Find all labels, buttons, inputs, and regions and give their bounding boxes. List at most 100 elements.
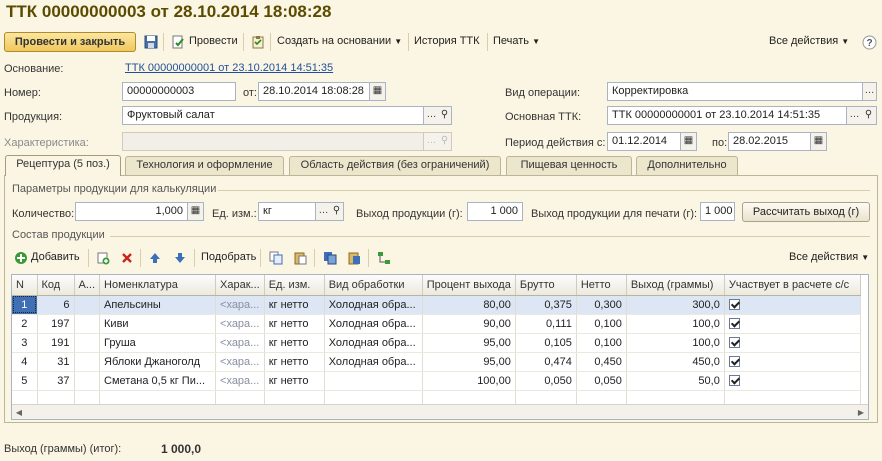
table-row[interactable]: 2 197 Киви <хара... кг нетто Холодная обра...…	[12, 314, 861, 334]
table-row[interactable]: 3 191 Груша <хара... кг нетто Холодная обра..…	[12, 333, 861, 353]
col-header-net[interactable]: Нетто	[576, 275, 627, 296]
search-icon[interactable]: ⚲	[438, 106, 452, 125]
help-icon[interactable]: ?	[861, 34, 877, 50]
save-icon[interactable]	[143, 34, 159, 50]
composition-table[interactable]: N Код А... Номенклатура Харак... Ед. изм…	[11, 274, 869, 420]
gross-cell[interactable]: 0,375	[515, 295, 577, 315]
create-based-on-menu[interactable]: Создать на основании ▼	[277, 35, 402, 47]
processing-cell[interactable]: Холодная обра...	[324, 314, 423, 334]
quantity-field[interactable]: 1,000	[75, 202, 188, 221]
col-header-n[interactable]: N	[12, 275, 38, 296]
nomenclature-cell[interactable]: Сметана 0,5 кг Пи...	[99, 371, 217, 391]
processing-cell[interactable]	[324, 371, 423, 391]
scroll-right-icon[interactable]: ▶	[854, 406, 868, 419]
tab-technology[interactable]: Технология и оформление	[125, 156, 284, 175]
output-grams-cell[interactable]: 100,0	[626, 314, 725, 334]
col-header-a[interactable]: А...	[74, 275, 101, 296]
main-ttk-field[interactable]: ТТК 00000000001 от 23.10.2014 14:51:35	[607, 106, 847, 125]
unit-field[interactable]: кг	[258, 202, 316, 221]
cost-participation-checkbox[interactable]	[728, 356, 740, 368]
clipboard-report-icon[interactable]	[250, 34, 266, 50]
code-cell[interactable]: 31	[37, 352, 75, 372]
delete-icon[interactable]	[119, 250, 135, 266]
cost-participation-cell[interactable]	[724, 314, 861, 334]
yield-percent-cell[interactable]: 90,00	[422, 314, 516, 334]
table-row[interactable]: 5 37 Сметана 0,5 кг Пи... <хара... кг нетто 1…	[12, 371, 861, 391]
horizontal-scrollbar[interactable]: ◀ ▶	[12, 404, 868, 419]
output-grams-cell[interactable]: 300,0	[626, 295, 725, 315]
row-number-cell[interactable]: 3	[12, 333, 38, 353]
all-actions-menu[interactable]: Все действия ▼	[769, 35, 849, 47]
copy-row-icon[interactable]	[95, 250, 111, 266]
cost-participation-checkbox[interactable]	[728, 375, 740, 387]
cost-participation-checkbox[interactable]	[728, 318, 740, 330]
copy-icon[interactable]	[268, 250, 284, 266]
yield-print-field[interactable]: 1 000	[700, 202, 735, 221]
tab-additional[interactable]: Дополнительно	[636, 156, 738, 175]
scroll-left-icon[interactable]: ◀	[12, 406, 26, 419]
copy-blue-icon[interactable]	[322, 250, 338, 266]
product-field[interactable]: Фруктовый салат	[122, 106, 424, 125]
table-row[interactable]: 1 6 Апельсины <хара... кг нетто Холодная обра…	[12, 295, 861, 315]
col-header-output-grams[interactable]: Выход (граммы)	[626, 275, 725, 296]
unit-cell[interactable]: кг нетто	[264, 295, 325, 315]
gross-cell[interactable]: 0,111	[515, 314, 577, 334]
characteristic-cell[interactable]: <хара...	[215, 295, 265, 315]
net-cell[interactable]: 0,100	[576, 333, 627, 353]
cost-participation-checkbox[interactable]	[728, 337, 740, 349]
post-document-icon[interactable]	[170, 34, 186, 50]
calculator-icon[interactable]: ▦	[188, 202, 204, 221]
row-number-cell[interactable]: 4	[12, 352, 38, 372]
yield-percent-cell[interactable]: 100,00	[422, 371, 516, 391]
tab-nutrition[interactable]: Пищевая ценность	[506, 156, 632, 175]
calendar-icon[interactable]: ▦	[811, 132, 827, 151]
cost-participation-checkbox[interactable]	[728, 299, 740, 311]
row-number-cell[interactable]: 5	[12, 371, 38, 391]
a-cell[interactable]	[74, 295, 101, 315]
col-header-unit[interactable]: Ед. изм.	[264, 275, 325, 296]
col-header-yield-percent[interactable]: Процент выхода	[422, 275, 516, 296]
processing-cell[interactable]: Холодная обра...	[324, 352, 423, 372]
net-cell[interactable]: 0,450	[576, 352, 627, 372]
unit-cell[interactable]: кг нетто	[264, 314, 325, 334]
pick-button[interactable]: Подобрать	[201, 251, 256, 263]
nomenclature-cell[interactable]: Груша	[99, 333, 217, 353]
calendar-icon[interactable]: ▦	[681, 132, 697, 151]
row-number-cell[interactable]: 2	[12, 314, 38, 334]
yield-percent-cell[interactable]: 95,00	[422, 333, 516, 353]
period-to-field[interactable]: 28.02.2015	[728, 132, 811, 151]
characteristic-cell[interactable]: <хара...	[215, 314, 265, 334]
move-up-icon[interactable]	[147, 250, 163, 266]
code-cell[interactable]: 6	[37, 295, 75, 315]
cost-participation-cell[interactable]	[724, 371, 861, 391]
composition-all-actions-menu[interactable]: Все действия ▼	[789, 251, 869, 263]
code-cell[interactable]: 37	[37, 371, 75, 391]
add-button[interactable]: Добавить	[31, 251, 80, 263]
gross-cell[interactable]: 0,474	[515, 352, 577, 372]
gross-cell[interactable]: 0,050	[515, 371, 577, 391]
move-down-icon[interactable]	[172, 250, 188, 266]
add-icon[interactable]	[13, 250, 29, 266]
basis-link[interactable]: ТТК 00000000001 от 23.10.2014 14:51:35	[125, 62, 333, 74]
processing-cell[interactable]: Холодная обра...	[324, 333, 423, 353]
yield-percent-cell[interactable]: 80,00	[422, 295, 516, 315]
a-cell[interactable]	[74, 352, 101, 372]
col-header-nomenclature[interactable]: Номенклатура	[99, 275, 217, 296]
processing-cell[interactable]: Холодная обра...	[324, 295, 423, 315]
ellipsis-icon[interactable]: …	[863, 82, 877, 101]
output-grams-cell[interactable]: 450,0	[626, 352, 725, 372]
period-from-field[interactable]: 01.12.2014	[607, 132, 681, 151]
hierarchy-icon[interactable]	[376, 250, 392, 266]
cost-participation-cell[interactable]	[724, 333, 861, 353]
unit-cell[interactable]: кг нетто	[264, 371, 325, 391]
date-field[interactable]: 28.10.2014 18:08:28	[258, 82, 370, 101]
unit-cell[interactable]: кг нетто	[264, 333, 325, 353]
paste-icon[interactable]	[292, 250, 308, 266]
post-and-close-button[interactable]: Провести и закрыть	[4, 32, 136, 52]
tab-scope[interactable]: Область действия (без ограничений)	[289, 156, 501, 175]
col-header-code[interactable]: Код	[37, 275, 75, 296]
a-cell[interactable]	[74, 333, 101, 353]
col-header-cost-participation[interactable]: Участвует в расчете с/с	[724, 275, 861, 296]
net-cell[interactable]: 0,050	[576, 371, 627, 391]
characteristic-cell[interactable]: <хара...	[215, 371, 265, 391]
